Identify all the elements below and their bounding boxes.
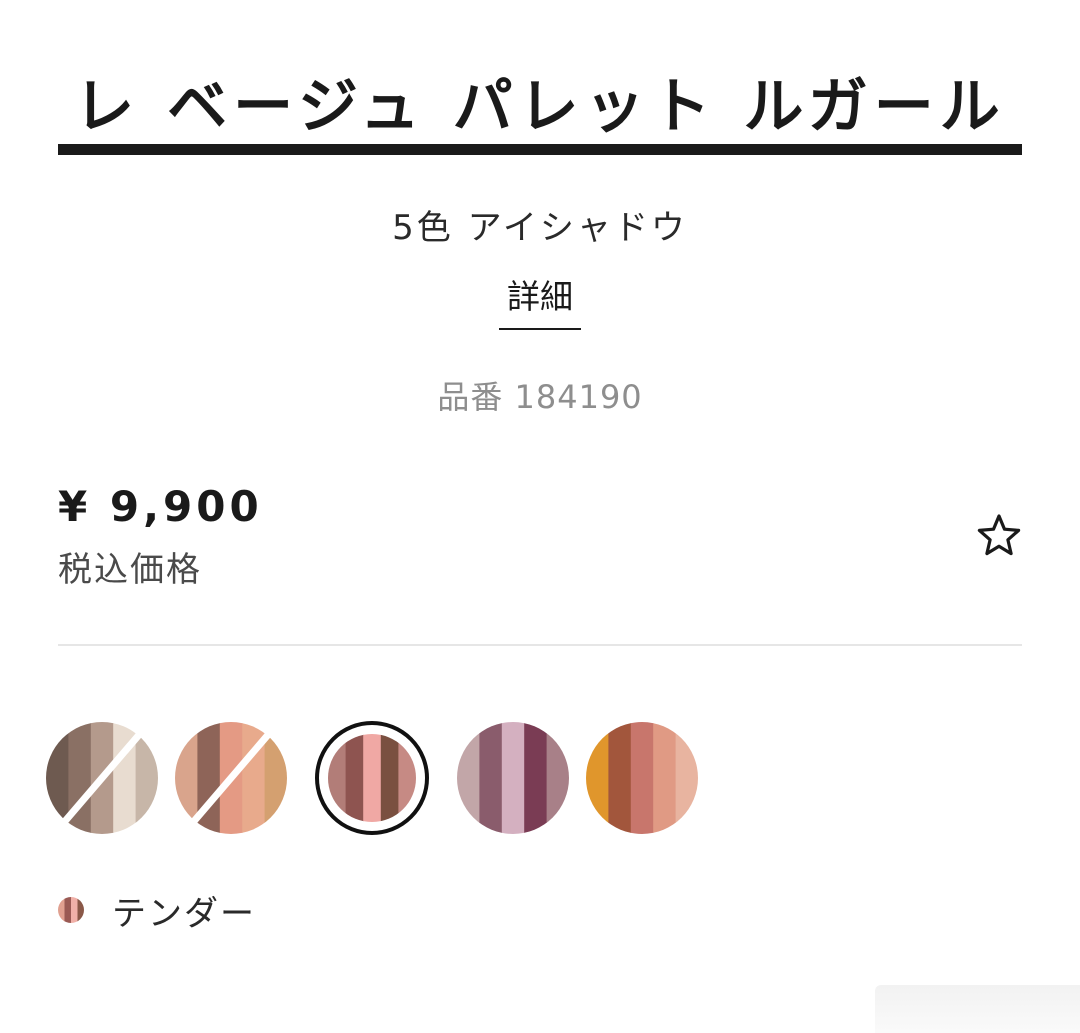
section-divider: [58, 644, 1022, 646]
title-underline: [58, 144, 1022, 155]
favorite-button[interactable]: [976, 512, 1022, 558]
swatch-3-stripe: [328, 734, 347, 822]
shade-chip-stripe: [58, 897, 65, 923]
product-detail-page: レ ベージュ パレット ルガール 5色 アイシャドウ 詳細 品番 184190 …: [0, 0, 1080, 1033]
swatch-4-stripe: [524, 722, 548, 834]
swatch-5-palette: [586, 722, 698, 834]
price: ¥ 9,900: [58, 482, 263, 531]
swatch-3[interactable]: [315, 721, 429, 835]
swatch-2-palette: [175, 722, 287, 834]
product-title: レ ベージュ パレット ルガール: [74, 72, 1006, 142]
product-number: 品番 184190: [437, 378, 643, 416]
shade-chip-stripe: [71, 897, 78, 923]
swatch-3-stripe: [398, 734, 416, 822]
swatch-1-palette: [46, 722, 158, 834]
tax-included-label: 税込価格: [58, 550, 202, 590]
product-subtitle: 5色 アイシャドウ: [392, 208, 688, 248]
swatch-4-stripe: [457, 722, 480, 834]
swatch-3-stripe: [363, 734, 382, 822]
selected-shade: テンダー: [58, 885, 256, 935]
swatch-4[interactable]: [457, 722, 569, 834]
selected-shade-name: テンダー: [112, 893, 256, 934]
selected-shade-chip: [58, 897, 84, 923]
shade-chip-stripe: [77, 897, 84, 923]
swatch-4-stripe: [501, 722, 525, 834]
swatch-2[interactable]: [175, 722, 287, 834]
swatch-5-stripe: [608, 722, 632, 834]
shade-chip-stripe: [64, 897, 72, 923]
swatch-5-stripe: [653, 722, 677, 834]
swatch-4-stripe: [546, 722, 569, 834]
swatch-3-stripe: [380, 734, 399, 822]
swatch-4-palette: [457, 722, 569, 834]
bottom-overlay: [875, 985, 1080, 1033]
swatch-3-stripe: [345, 734, 364, 822]
swatch-5-stripe: [675, 722, 698, 834]
swatch-4-stripe: [479, 722, 503, 834]
swatch-5[interactable]: [586, 722, 698, 834]
swatch-5-stripe: [630, 722, 654, 834]
swatch-5-stripe: [586, 722, 609, 834]
star-outline-icon: [977, 514, 1021, 556]
details-link[interactable]: 詳細: [499, 270, 581, 330]
color-swatch-list: [0, 720, 1080, 835]
swatch-1[interactable]: [46, 722, 158, 834]
swatch-3-palette: [328, 734, 416, 822]
